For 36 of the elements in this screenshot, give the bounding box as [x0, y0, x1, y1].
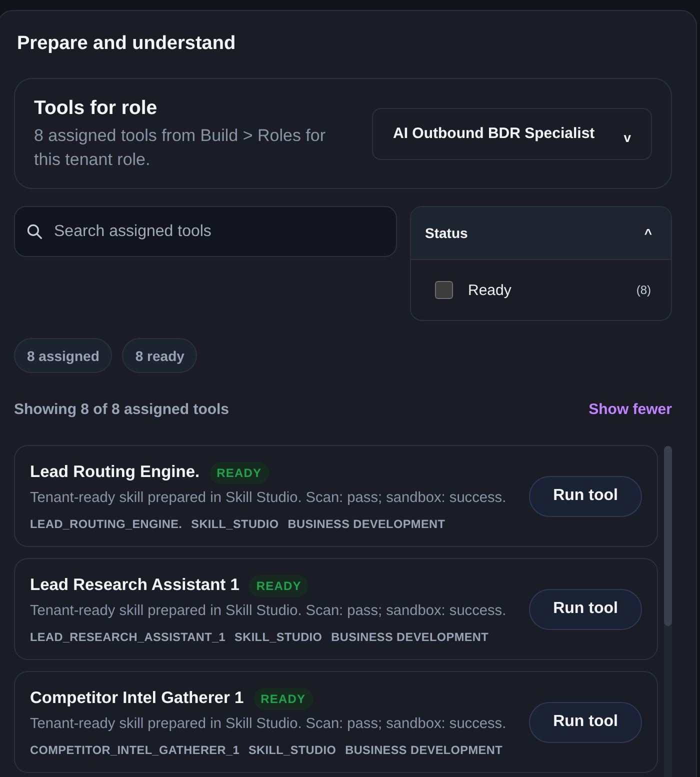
- option-label: Ready: [468, 282, 512, 298]
- section-title: Prepare and understand: [17, 33, 237, 55]
- tool-tag: BUSINESS DEVELOPMENT: [331, 630, 489, 644]
- tool-description: Tenant-ready skill prepared in Skill Studio. Scan: pass; sandbox: success.: [30, 490, 506, 506]
- tool-tag: BUSINESS DEVELOPMENT: [345, 742, 502, 756]
- status-badge: READY: [254, 688, 313, 710]
- tool-description: Tenant-ready skill prepared in Skill Studio. Scan: pass; sandbox: success.: [30, 716, 506, 732]
- run-tool-button[interactable]: Run tool: [529, 702, 642, 742]
- tool-tag: SKILL_STUDIO: [234, 630, 322, 644]
- tool-name: Lead Research Assistant 1: [30, 576, 240, 595]
- summary-chip: 8 ready: [122, 338, 198, 373]
- status-badge: READY: [210, 462, 269, 484]
- summary-chip: 8 assigned: [14, 338, 112, 373]
- status-badge: READY: [249, 574, 308, 596]
- role-dropdown[interactable]: AI Outbound BDR Specialist v: [372, 108, 652, 160]
- scrollbar-thumb[interactable]: [664, 446, 672, 626]
- tool-name: Lead Routing Engine.: [30, 463, 200, 482]
- tool-description: Tenant-ready skill prepared in Skill Studio. Scan: pass; sandbox: success.: [30, 602, 506, 618]
- card-title: Tools for role: [34, 96, 158, 120]
- results-count: Showing 8 of 8 assigned tools: [14, 400, 230, 418]
- status-filter-header[interactable]: Status ^: [411, 207, 671, 260]
- tool-tag: COMPETITOR_INTEL_GATHERER_1: [30, 742, 240, 756]
- option-count: (8): [636, 283, 651, 297]
- tool-name: Competitor Intel Gatherer 1: [30, 689, 244, 708]
- show-fewer-link[interactable]: Show fewer: [588, 400, 672, 418]
- tool-tag: SKILL_STUDIO: [248, 742, 336, 756]
- checkbox[interactable]: [435, 281, 453, 299]
- tool-tag: BUSINESS DEVELOPMENT: [288, 516, 446, 530]
- search-icon: [27, 224, 42, 239]
- search-field[interactable]: Search assigned tools: [14, 206, 397, 257]
- run-tool-button[interactable]: Run tool: [529, 476, 642, 516]
- tool-tag: LEAD_RESEARCH_ASSISTANT_1: [30, 630, 226, 644]
- tool-tag: SKILL_STUDIO: [191, 516, 279, 530]
- card-description: 8 assigned tools from Build > Roles for this tenant role.: [34, 124, 327, 170]
- tool-tag: LEAD_ROUTING_ENGINE.: [30, 516, 182, 530]
- run-tool-button[interactable]: Run tool: [529, 588, 642, 630]
